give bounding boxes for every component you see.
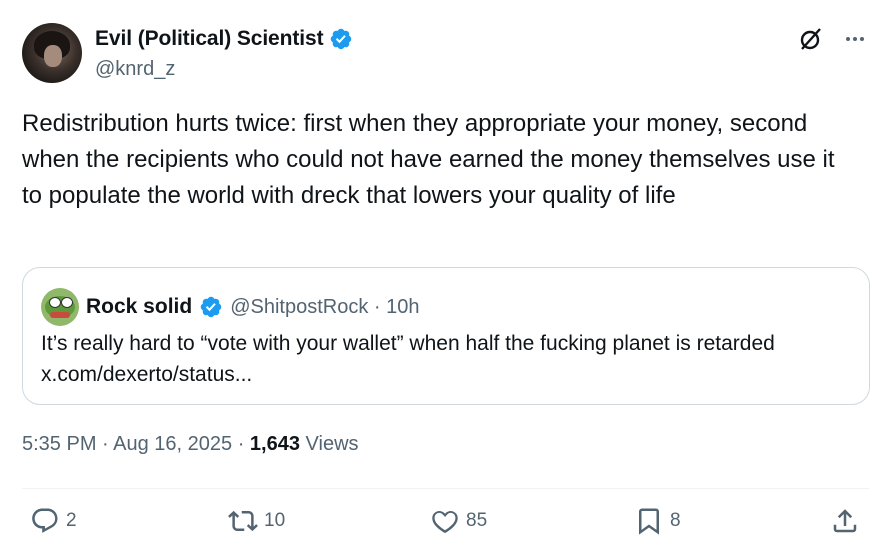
author-display-name[interactable]: Evil (Political) Scientist (95, 27, 324, 51)
post-text: Redistribution hurts twice: first when t… (22, 110, 835, 209)
verified-icon (200, 296, 222, 318)
share-button[interactable] (830, 506, 860, 536)
author-name-row: Evil (Political) Scientist (95, 27, 353, 51)
post-top-actions (797, 25, 869, 53)
verified-icon (331, 28, 352, 50)
more-icon[interactable] (841, 25, 869, 53)
repost-count: 10 (264, 510, 286, 531)
repost-icon (228, 510, 258, 532)
quoted-handle-time: @ShitpostRock · 10h (230, 295, 420, 318)
divider (22, 488, 869, 489)
post-meta: 5:35 PM · Aug 16, 2025 · 1,643 Views (22, 433, 359, 456)
views-label: Views (299, 433, 359, 455)
reply-button[interactable]: 2 (30, 506, 77, 536)
post-timestamp[interactable]: 5:35 PM · Aug 16, 2025 · (22, 433, 250, 455)
quoted-author-avatar[interactable] (41, 288, 79, 326)
action-bar: 2 10 85 8 (30, 506, 866, 542)
like-icon (432, 510, 458, 533)
like-count: 85 (466, 510, 488, 531)
bookmark-icon (639, 508, 659, 535)
bookmark-button[interactable]: 8 (634, 506, 681, 536)
views-count: 1,643 (249, 433, 300, 455)
bookmark-count: 8 (670, 510, 681, 531)
quoted-post-header: Rock solid @ShitpostRock · 10h (41, 288, 419, 326)
quoted-post-text: It’s really hard to “vote with your wall… (41, 332, 775, 386)
reply-count: 2 (66, 510, 77, 531)
quoted-post[interactable]: Rock solid @ShitpostRock · 10h It’s real… (22, 267, 870, 405)
share-icon (833, 509, 857, 533)
grok-icon[interactable] (797, 25, 825, 53)
quoted-author-name[interactable]: Rock solid (86, 295, 192, 319)
author-handle[interactable]: @knrd_z (95, 58, 175, 81)
like-button[interactable]: 85 (430, 506, 487, 536)
repost-button[interactable]: 10 (228, 506, 285, 536)
reply-icon (32, 508, 58, 533)
author-avatar[interactable] (22, 23, 82, 83)
